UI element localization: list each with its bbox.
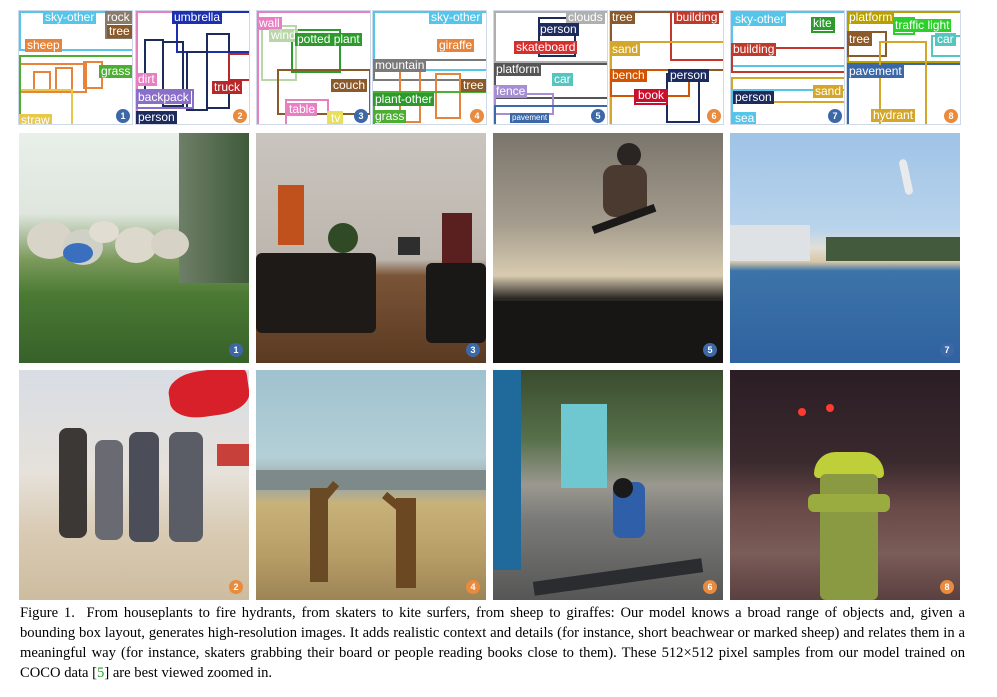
photo-4-badge: 4 <box>466 580 480 594</box>
layout-4-label-sky: sky-other <box>429 10 483 24</box>
layout-8-label-car: car <box>935 32 956 46</box>
layout-3-badge: 3 <box>354 109 368 123</box>
layout-6-label-building: building <box>674 10 720 24</box>
layout-5-label-fence: fence <box>494 84 528 98</box>
layout-6-badge: 6 <box>707 109 721 123</box>
layout-4-label-mountain: mountain <box>373 58 427 72</box>
layout-1-label-tree: tree <box>107 24 132 38</box>
layout-panel-3: wall wind potted plant couch table tv 3 <box>256 10 371 125</box>
figure-caption: Figure 1. From houseplants to fire hydra… <box>20 603 965 683</box>
layout-panel-7: sky-other kite building person sand sea … <box>730 10 845 125</box>
layout-2-label-truck: truck <box>212 80 243 94</box>
layout-1-label-straw: straw <box>19 113 52 125</box>
layout-4-label-grass: grass <box>373 109 407 123</box>
layout-5-label-person: person <box>538 22 579 36</box>
layout-5-label-skateboard: skateboard <box>514 40 578 54</box>
layout-5-badge: 5 <box>591 109 605 123</box>
layout-4-label-giraffe: giraffe <box>437 38 475 52</box>
photo-3-badge: 3 <box>466 343 480 357</box>
layout-1-label-sheep: sheep <box>25 38 62 52</box>
layout-8-label-platform: platform <box>847 10 895 24</box>
layout-panel-4: sky-other giraffe mountain tree plant-ot… <box>372 10 487 125</box>
layout-1-label-rock: rock <box>105 10 132 24</box>
layout-7-label-building: building <box>731 42 777 56</box>
layout-1-badge: 1 <box>116 109 130 123</box>
layout-6-label-sand: sand <box>610 42 641 56</box>
layout-3-label-tv: tv <box>329 111 343 125</box>
layout-3-label-couch: couch <box>331 78 368 92</box>
layout-6-label-bench: bench <box>610 68 647 82</box>
layout-6-label-tree: tree <box>610 10 635 24</box>
photo-1-badge: 1 <box>229 343 243 357</box>
photo-5-badge: 5 <box>703 343 717 357</box>
layout-2-label-backpack: backpack <box>136 90 191 104</box>
layout-8-label-tree: tree <box>847 32 872 46</box>
bbox-truck <box>228 53 249 81</box>
photo-reading-bench: 6 <box>493 370 723 600</box>
caption-text-end: ] are best viewed zoomed in. <box>104 665 273 681</box>
layout-4-label-tree: tree <box>461 78 486 92</box>
layout-8-badge: 8 <box>944 109 958 123</box>
layout-5-label-car: car <box>552 72 573 86</box>
photo-skater: 5 <box>493 133 723 363</box>
layout-6-label-person: person <box>668 68 709 82</box>
layout-2-label-umbrella: umbrella <box>172 10 223 24</box>
layout-4-label-plant-other: plant-other <box>373 92 435 106</box>
bbox-person-4 <box>206 33 230 109</box>
photo-living-room: 3 <box>256 133 486 363</box>
photo-2-badge: 2 <box>229 580 243 594</box>
layout-4-badge: 4 <box>470 109 484 123</box>
photo-fire-hydrant: 8 <box>730 370 960 600</box>
layout-panel-1: sky-other rock tree sheep grass straw 1 <box>18 10 133 125</box>
layout-8-label-traffic-light: traffic light <box>893 18 952 32</box>
layout-7-label-sand: sand <box>813 84 844 98</box>
photo-umbrella-people: 2 <box>19 370 249 600</box>
layout-5-label-pavement: pavement <box>510 113 550 123</box>
layout-7-label-sky: sky-other <box>733 12 787 26</box>
photo-6-badge: 6 <box>703 580 717 594</box>
layout-8-label-pavement: pavement <box>847 64 904 78</box>
photo-kite-beach: 7 <box>730 133 960 363</box>
layout-2-label-person: person <box>136 110 177 124</box>
layout-7-label-person: person <box>733 90 774 104</box>
layout-3-label-wind: wind <box>269 28 298 42</box>
layout-2-label-dirt: dirt <box>136 72 157 86</box>
layout-3-label-potted-plant: potted plant <box>295 32 362 46</box>
layout-6-label-book: book <box>636 88 667 102</box>
layout-1-label-grass: grass <box>99 64 132 78</box>
layout-panel-5: clouds person skateboard platform car fe… <box>493 10 608 125</box>
photo-8-badge: 8 <box>940 580 954 594</box>
layout-3-label-table: table <box>287 102 318 116</box>
layout-8-label-hydrant: hydrant <box>871 108 916 122</box>
photo-sheep-field: 1 <box>19 133 249 363</box>
layout-panel-6: tree building sand bench person book 6 <box>609 10 724 125</box>
photo-7-badge: 7 <box>940 343 954 357</box>
layout-1-label-sky: sky-other <box>43 10 97 24</box>
layout-7-badge: 7 <box>828 109 842 123</box>
layout-7-label-sea: sea <box>733 111 757 125</box>
layout-panel-8: platform traffic light tree car pavement… <box>846 10 961 125</box>
caption-label: Figure 1. <box>20 605 75 621</box>
layout-2-badge: 2 <box>233 109 247 123</box>
layout-7-label-kite: kite <box>811 16 834 30</box>
layout-5-label-platform: platform <box>494 62 542 76</box>
layout-panel-2: umbrella dirt backpack truck person 2 <box>135 10 250 125</box>
photo-giraffes: 4 <box>256 370 486 600</box>
